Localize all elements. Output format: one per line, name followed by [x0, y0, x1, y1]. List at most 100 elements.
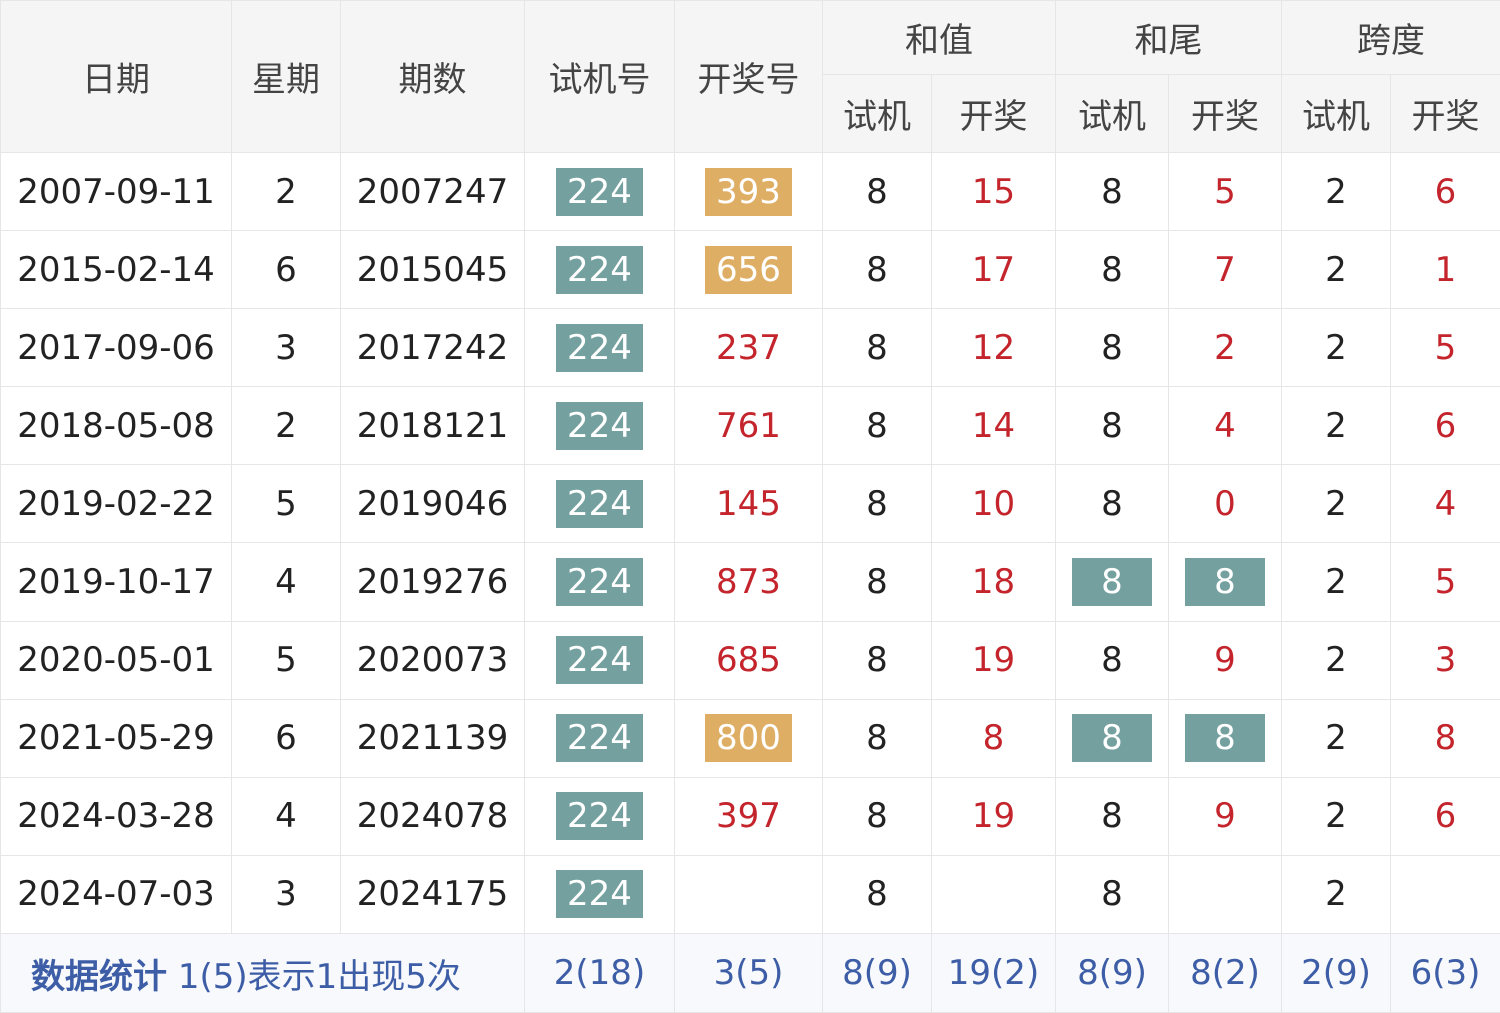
- header-date: 日期: [0, 0, 232, 153]
- header-weekday: 星期: [231, 0, 341, 153]
- header-issue: 期数: [340, 0, 525, 153]
- sum-draw-cell: 10: [931, 464, 1056, 544]
- trial-cell-badge: 224: [556, 323, 643, 372]
- table-row: 2015-02-14 6 2015045 224 656 8 17 8 7 2 1: [0, 230, 1500, 310]
- sum-trial-cell: 8: [822, 386, 932, 466]
- table-row: 2019-10-17 4 2019276 224 873 8 18 8 8 2 5: [0, 542, 1500, 622]
- sum-draw-cell: 17: [931, 230, 1056, 310]
- sum-trial-cell: 8: [822, 230, 932, 310]
- span-trial-cell: 2: [1281, 776, 1391, 856]
- header-span: 跨度: [1281, 0, 1500, 75]
- tail-draw-cell: 8: [1168, 542, 1282, 622]
- span-draw-cell: 6: [1390, 776, 1500, 856]
- span-draw-cell: 3: [1390, 620, 1500, 700]
- sum-draw-cell: [931, 854, 1056, 935]
- trial-cell-badge: 224: [556, 558, 643, 607]
- sum-draw-cell: 18: [931, 542, 1056, 622]
- span-trial-cell: 2: [1281, 151, 1391, 232]
- draw-cell: 873: [674, 542, 823, 622]
- span-trial-cell: 2: [1281, 698, 1391, 778]
- table-body: 2007-09-11 2 2007247 224 393 8 15 8 5 2 6 2015-02-1…: [0, 151, 1500, 935]
- weekday-cell: 2: [231, 386, 341, 466]
- trial-cell: 224: [524, 698, 675, 778]
- stats-sum-trial: 8(9): [822, 933, 932, 1013]
- issue-cell: 2021139: [340, 698, 525, 778]
- date-cell: 2021-05-29: [0, 698, 232, 778]
- stats-sum-draw: 19(2): [931, 933, 1056, 1013]
- header-sum: 和值: [822, 0, 1056, 75]
- trial-draw-history-table: 日期 星期 期数 试机号 开奖号 和值 和尾 跨度 试机 开奖 试机 开奖 试机…: [0, 0, 1500, 1013]
- trial-cell: 224: [524, 230, 675, 310]
- span-trial-cell: 2: [1281, 542, 1391, 622]
- issue-cell: 2017242: [340, 308, 525, 388]
- draw-cell: 761: [674, 386, 823, 466]
- sum-draw-cell: 12: [931, 308, 1056, 388]
- span-draw-cell: 1: [1390, 230, 1500, 310]
- weekday-cell: 3: [231, 308, 341, 388]
- span-trial-cell: 2: [1281, 230, 1391, 310]
- tail-draw-cell: [1168, 854, 1282, 935]
- tail-draw-cell: 9: [1168, 776, 1282, 856]
- trial-cell-badge: 224: [556, 401, 643, 450]
- tail-draw-cell: 8: [1168, 698, 1282, 778]
- sum-draw-cell: 8: [931, 698, 1056, 778]
- draw-cell: 145: [674, 464, 823, 544]
- tail-trial-cell: 8: [1055, 854, 1169, 935]
- span-trial-cell: 2: [1281, 464, 1391, 544]
- sum-trial-cell: 8: [822, 308, 932, 388]
- issue-cell: 2019046: [340, 464, 525, 544]
- table-row: 2019-02-22 5 2019046 224 145 8 10 8 0 2 4: [0, 464, 1500, 544]
- issue-cell: 2024078: [340, 776, 525, 856]
- trial-cell-badge: 224: [556, 479, 643, 528]
- sum-trial-cell: 8: [822, 620, 932, 700]
- date-cell: 2015-02-14: [0, 230, 232, 310]
- tail-draw-cell: 4: [1168, 386, 1282, 466]
- tail-trial-cell: 8: [1055, 386, 1169, 466]
- draw-cell-badge: 800: [705, 714, 792, 763]
- tail-draw-cell: 5: [1168, 151, 1282, 232]
- table-row: 2024-07-03 3 2024175 224 8 8 2: [0, 854, 1500, 935]
- stats-label-cell: 数据统计 1(5)表示1出现5次: [0, 933, 525, 1013]
- stats-span-draw: 6(3): [1390, 933, 1500, 1013]
- stats-trial: 2(18): [524, 933, 675, 1013]
- span-draw-cell: 4: [1390, 464, 1500, 544]
- tail-trial-cell: 8: [1055, 151, 1169, 232]
- weekday-cell: 4: [231, 542, 341, 622]
- trial-cell: 224: [524, 620, 675, 700]
- tail-draw-cell: 2: [1168, 308, 1282, 388]
- table-row: 2007-09-11 2 2007247 224 393 8 15 8 5 2 6: [0, 151, 1500, 232]
- issue-cell: 2024175: [340, 854, 525, 935]
- trial-cell: 224: [524, 151, 675, 232]
- trial-cell: 224: [524, 542, 675, 622]
- date-cell: 2024-03-28: [0, 776, 232, 856]
- sum-trial-cell: 8: [822, 854, 932, 935]
- date-cell: 2018-05-08: [0, 386, 232, 466]
- trial-cell: 224: [524, 464, 675, 544]
- issue-cell: 2018121: [340, 386, 525, 466]
- date-cell: 2019-10-17: [0, 542, 232, 622]
- span-trial-cell: 2: [1281, 854, 1391, 935]
- trial-cell: 224: [524, 854, 675, 935]
- draw-cell: 800: [674, 698, 823, 778]
- header-span-trial: 试机: [1281, 74, 1391, 153]
- span-trial-cell: 2: [1281, 620, 1391, 700]
- sum-trial-cell: 8: [822, 464, 932, 544]
- draw-cell: [674, 854, 823, 935]
- date-cell: 2020-05-01: [0, 620, 232, 700]
- sum-trial-cell: 8: [822, 151, 932, 232]
- weekday-cell: 6: [231, 230, 341, 310]
- date-cell: 2007-09-11: [0, 151, 232, 232]
- trial-cell: 224: [524, 386, 675, 466]
- sum-draw-cell: 15: [931, 151, 1056, 232]
- date-cell: 2024-07-03: [0, 854, 232, 935]
- span-draw-cell: 6: [1390, 386, 1500, 466]
- table-row: 2017-09-06 3 2017242 224 237 8 12 8 2 2 5: [0, 308, 1500, 388]
- sum-draw-cell: 14: [931, 386, 1056, 466]
- stats-span-trial: 2(9): [1281, 933, 1391, 1013]
- weekday-cell: 2: [231, 151, 341, 232]
- draw-cell: 393: [674, 151, 823, 232]
- weekday-cell: 3: [231, 854, 341, 935]
- draw-cell-badge: 393: [705, 167, 792, 216]
- header-sum-trial: 试机: [822, 74, 932, 153]
- trial-cell-badge: 224: [556, 636, 643, 685]
